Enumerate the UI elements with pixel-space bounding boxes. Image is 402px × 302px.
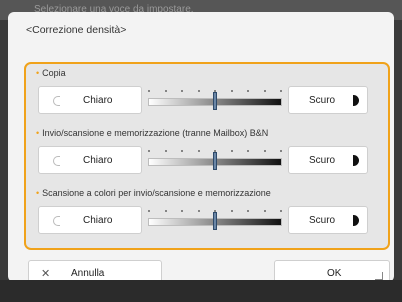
send-scan-bw-density-slider[interactable] xyxy=(146,146,284,174)
slider-tick xyxy=(247,150,249,152)
dialog-title: <Correzione densità> xyxy=(26,24,127,36)
half-circle-light-icon xyxy=(53,216,60,226)
slider-thumb[interactable] xyxy=(213,212,217,230)
copy-density-slider[interactable] xyxy=(146,86,284,114)
slider-tick xyxy=(181,210,183,212)
section-label-copy: • Copia xyxy=(36,68,66,78)
slider-tick xyxy=(263,150,266,152)
close-icon: ✕ xyxy=(41,268,51,280)
density-settings-group: • Copia Chiaro Scuro • Invio/scansione e m… xyxy=(24,62,390,250)
slider-tick xyxy=(197,90,200,92)
slider-tick xyxy=(280,90,282,92)
slider-tick xyxy=(181,150,183,152)
slider-thumb[interactable] xyxy=(213,152,217,170)
corner-arrow-icon xyxy=(375,272,383,280)
bottom-bar xyxy=(0,280,402,302)
slider-tick xyxy=(181,90,183,92)
density-correction-dialog: <Correzione densità> • Copia Chiaro Scuro… xyxy=(8,12,394,286)
slider-tick xyxy=(247,210,249,212)
slider-tick xyxy=(197,150,200,152)
half-circle-dark-icon xyxy=(353,95,359,106)
slider-tick xyxy=(148,150,150,152)
half-circle-light-icon xyxy=(53,156,60,166)
slider-tick xyxy=(148,90,150,92)
slider-tick xyxy=(164,150,167,152)
send-scan-bw-lighter-button[interactable]: Chiaro xyxy=(38,146,142,174)
half-circle-light-icon xyxy=(53,96,60,106)
send-scan-bw-darker-button[interactable]: Scuro xyxy=(288,146,368,174)
slider-tick xyxy=(230,210,233,212)
slider-tick xyxy=(263,210,266,212)
copy-darker-button[interactable]: Scuro xyxy=(288,86,368,114)
slider-tick xyxy=(148,210,150,212)
slider-tick xyxy=(263,90,266,92)
slider-tick xyxy=(164,210,167,212)
slider-tick xyxy=(230,90,233,92)
slider-tick xyxy=(280,210,282,212)
section-label-color-scan: • Scansione a colori per invio/scansione … xyxy=(36,188,271,198)
slider-tick xyxy=(247,90,249,92)
color-scan-darker-button[interactable]: Scuro xyxy=(288,206,368,234)
slider-thumb[interactable] xyxy=(213,92,217,110)
color-scan-density-slider[interactable] xyxy=(146,206,284,234)
slider-tick xyxy=(197,210,200,212)
slider-tick xyxy=(230,150,233,152)
half-circle-dark-icon xyxy=(353,155,359,166)
slider-tick xyxy=(164,90,167,92)
slider-tick xyxy=(280,150,282,152)
section-label-send-scan-bw: • Invio/scansione e memorizzazione (trann… xyxy=(36,128,269,138)
color-scan-lighter-button[interactable]: Chiaro xyxy=(38,206,142,234)
copy-lighter-button[interactable]: Chiaro xyxy=(38,86,142,114)
half-circle-dark-icon xyxy=(353,215,359,226)
